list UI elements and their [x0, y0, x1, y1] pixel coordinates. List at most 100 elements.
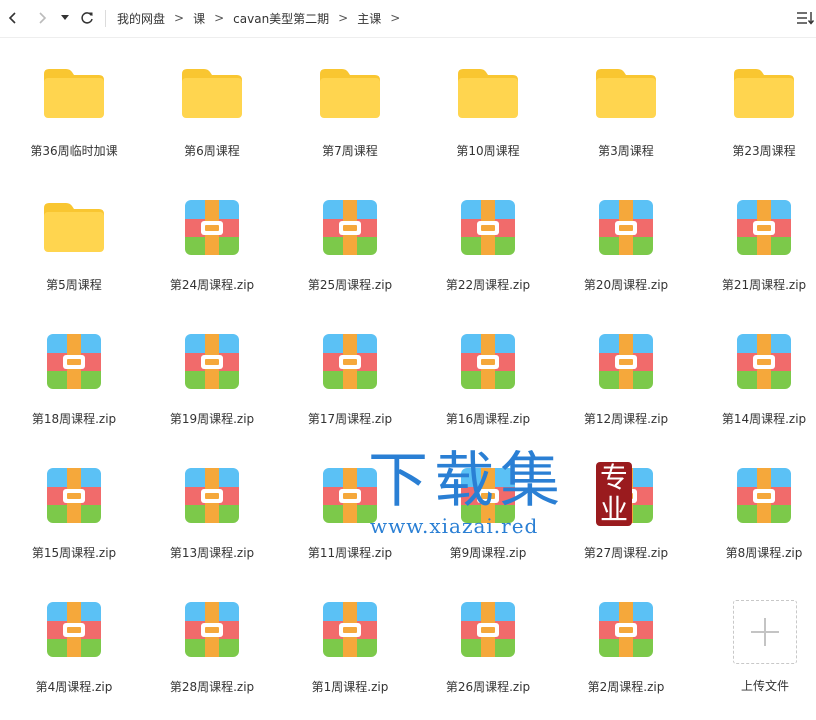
folder-item[interactable]: 第6周课程	[152, 38, 272, 158]
zip-archive-icon	[47, 602, 101, 657]
zip-archive-icon	[461, 602, 515, 657]
item-label: 第12周课程.zip	[583, 412, 669, 426]
back-button[interactable]	[2, 7, 24, 29]
forward-button[interactable]	[31, 7, 53, 29]
breadcrumb-item[interactable]: 课	[193, 10, 205, 27]
file-item[interactable]: 第28周课程.zip	[152, 574, 272, 694]
item-label: 第17周课程.zip	[307, 412, 393, 426]
file-item[interactable]: 第19周课程.zip	[152, 306, 272, 426]
item-label: 第20周课程.zip	[583, 278, 669, 292]
folder-item[interactable]: 第10周课程	[428, 38, 548, 158]
item-label: 第8周课程.zip	[725, 546, 803, 560]
zip-icon-wrap	[596, 468, 656, 524]
zip-archive-icon	[599, 200, 653, 255]
file-item[interactable]: 第4周课程.zip	[14, 574, 134, 694]
item-label: 第26周课程.zip	[445, 680, 531, 694]
file-item[interactable]: 第21周课程.zip	[704, 172, 816, 292]
folder-icon	[596, 69, 656, 118]
toolbar-divider	[105, 10, 106, 27]
zip-icon-wrap	[458, 200, 518, 256]
sort-button[interactable]	[795, 8, 816, 28]
zip-icon-wrap	[596, 602, 656, 658]
file-item[interactable]: 第8周课程.zip	[704, 440, 816, 560]
zip-archive-icon	[323, 468, 377, 523]
folder-icon-wrap	[182, 66, 242, 122]
folder-icon	[44, 203, 104, 252]
file-item[interactable]: 第26周课程.zip	[428, 574, 548, 694]
file-item[interactable]: 第24周课程.zip	[152, 172, 272, 292]
file-item[interactable]: 第11周课程.zip	[290, 440, 410, 560]
item-label: 第36周临时加课	[30, 144, 118, 158]
chevron-right-icon	[39, 12, 47, 24]
file-item[interactable]: 第15周课程.zip	[14, 440, 134, 560]
file-item[interactable]: 第25周课程.zip	[290, 172, 410, 292]
folder-icon	[44, 69, 104, 118]
breadcrumb-item[interactable]: 主课	[357, 10, 381, 27]
item-label: 第16周课程.zip	[445, 412, 531, 426]
breadcrumb-separator: >	[214, 11, 225, 25]
item-label: 第2周课程.zip	[587, 680, 665, 694]
upload-label: 上传文件	[740, 679, 789, 693]
item-label: 第27周课程.zip	[583, 546, 669, 560]
breadcrumb-item[interactable]: cavan美型第二期	[233, 10, 329, 27]
zip-icon-wrap	[458, 334, 518, 390]
zip-archive-icon	[323, 602, 377, 657]
folder-icon-wrap	[44, 200, 104, 256]
file-item[interactable]: 第22周课程.zip	[428, 172, 548, 292]
item-label: 第14周课程.zip	[721, 412, 807, 426]
breadcrumb-item[interactable]: 我的网盘	[117, 10, 165, 27]
zip-archive-icon	[185, 200, 239, 255]
zip-icon-wrap	[320, 200, 380, 256]
zip-icon-wrap	[596, 200, 656, 256]
breadcrumb-separator: >	[338, 11, 349, 25]
zip-archive-icon	[737, 334, 791, 389]
zip-icon-wrap	[44, 334, 104, 390]
item-label: 第3周课程	[598, 144, 654, 158]
history-dropdown-button[interactable]	[56, 7, 74, 29]
file-item[interactable]: 第20周课程.zip	[566, 172, 686, 292]
zip-icon-wrap	[182, 334, 242, 390]
zip-icon-wrap	[734, 200, 794, 256]
folder-icon-wrap	[320, 66, 380, 122]
file-item[interactable]: 第14周课程.zip	[704, 306, 816, 426]
item-label: 第15周课程.zip	[31, 546, 117, 560]
breadcrumb: 我的网盘 > 课 > cavan美型第二期 > 主课 >	[117, 0, 409, 36]
item-label: 第25周课程.zip	[307, 278, 393, 292]
zip-archive-icon	[185, 468, 239, 523]
item-label: 第9周课程.zip	[449, 546, 527, 560]
file-item[interactable]: 第13周课程.zip	[152, 440, 272, 560]
item-label: 第7周课程	[322, 144, 378, 158]
file-item[interactable]: 第18周课程.zip	[14, 306, 134, 426]
file-item[interactable]: 第27周课程.zip	[566, 440, 686, 560]
zip-icon-wrap	[734, 468, 794, 524]
file-item[interactable]: 第9周课程.zip	[428, 440, 548, 560]
file-item[interactable]: 第2周课程.zip	[566, 574, 686, 694]
folder-item[interactable]: 第3周课程	[566, 38, 686, 158]
folder-item[interactable]: 第7周课程	[290, 38, 410, 158]
file-item[interactable]: 第17周课程.zip	[290, 306, 410, 426]
file-item[interactable]: 第1周课程.zip	[290, 574, 410, 694]
upload-button[interactable]	[733, 600, 797, 664]
zip-archive-icon	[323, 334, 377, 389]
item-label: 第10周课程	[456, 144, 520, 158]
file-item[interactable]: 第16周课程.zip	[428, 306, 548, 426]
folder-icon	[734, 69, 794, 118]
zip-archive-icon	[461, 468, 515, 523]
item-label: 第4周课程.zip	[35, 680, 113, 694]
item-label: 第24周课程.zip	[169, 278, 255, 292]
zip-icon-wrap	[182, 468, 242, 524]
zip-icon-wrap	[320, 602, 380, 658]
item-label: 第21周课程.zip	[721, 278, 807, 292]
breadcrumb-separator: >	[174, 11, 185, 25]
refresh-button[interactable]	[76, 7, 98, 29]
folder-item[interactable]: 第5周课程	[14, 172, 134, 292]
item-label: 第28周课程.zip	[169, 680, 255, 694]
folder-item[interactable]: 第23周课程	[704, 38, 816, 158]
chevron-left-icon	[8, 12, 16, 24]
folder-item[interactable]: 第36周临时加课	[14, 38, 134, 158]
item-label: 第1周课程.zip	[311, 680, 389, 694]
folder-icon-wrap	[44, 66, 104, 122]
file-item[interactable]: 第12周课程.zip	[566, 306, 686, 426]
zip-archive-icon	[323, 200, 377, 255]
caret-down-icon	[61, 15, 69, 20]
